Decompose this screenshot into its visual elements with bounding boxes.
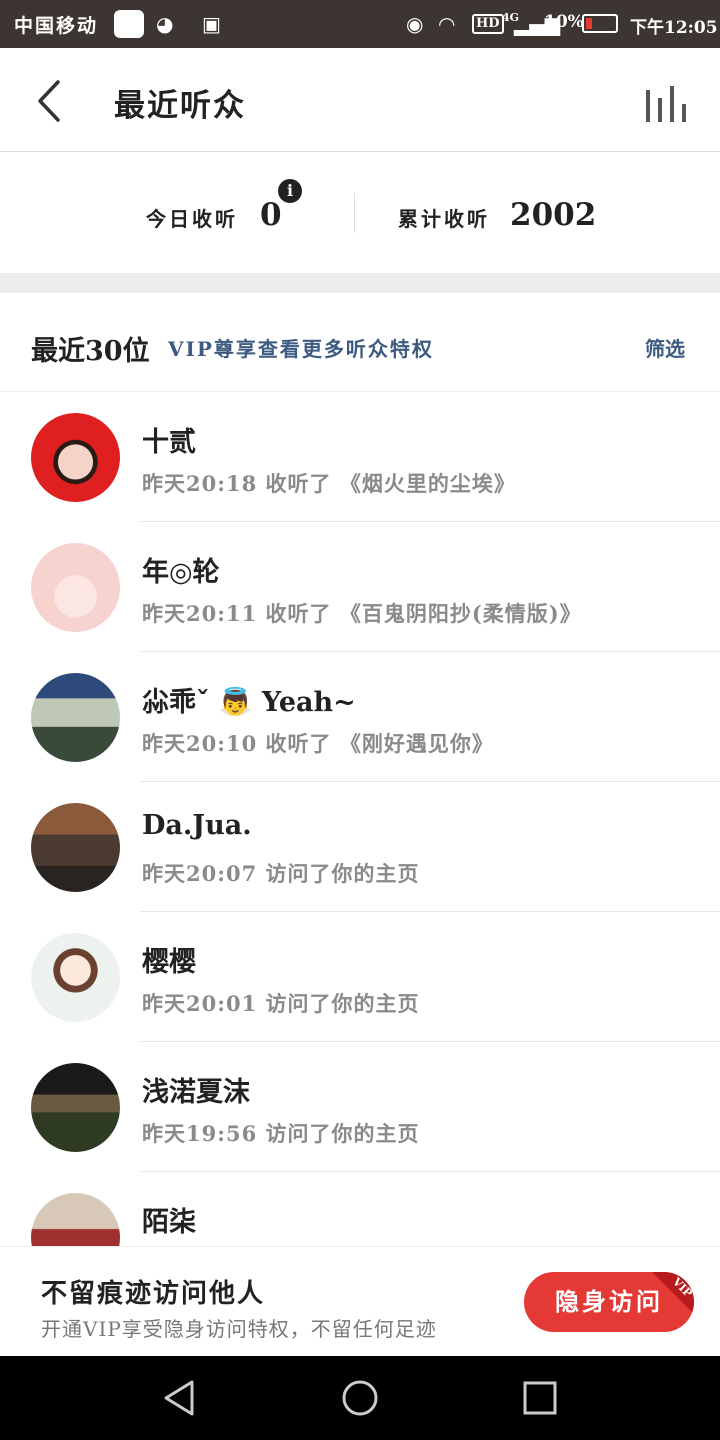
- page-title: 最近听众: [114, 88, 246, 124]
- battery-percent: 10%: [544, 12, 584, 32]
- list-item[interactable]: Da.Jua. 昨天20:07 访问了你的主页: [0, 782, 720, 912]
- filter-button[interactable]: 筛选: [645, 333, 685, 362]
- list-item[interactable]: 樱樱 昨天20:01 访问了你的主页: [0, 912, 720, 1042]
- hd-icon: HD: [472, 14, 504, 34]
- vip-promo-link[interactable]: VIP尊享查看更多听众特权: [168, 333, 434, 362]
- avatar[interactable]: [31, 543, 120, 632]
- total-listen-label: 累计收听: [398, 207, 490, 231]
- listener-list: 十贰 昨天20:18 收听了 《烟火里的尘埃》 年◎轮 昨天20:11 收听了 …: [0, 392, 720, 1246]
- banner-subtitle: 开通VIP享受隐身访问特权，不留任何足迹: [41, 1317, 437, 1341]
- avatar[interactable]: [31, 1193, 120, 1246]
- list-item[interactable]: 浅渃夏沫 昨天19:56 访问了你的主页: [0, 1042, 720, 1172]
- list-item[interactable]: 十贰 昨天20:18 收听了 《烟火里的尘埃》: [0, 392, 720, 522]
- android-nav-bar: [0, 1356, 720, 1440]
- back-arrow-icon[interactable]: [30, 76, 74, 126]
- avatar[interactable]: [31, 933, 120, 1022]
- carrier-label: 中国移动: [14, 15, 99, 37]
- status-bar: 中国移动 ◕ ▣ ◉ ◠ HD 4G ▂▄▆ 10% 下午12:05: [0, 0, 720, 48]
- today-listen-value: 0: [260, 197, 282, 233]
- listener-name: 年◎轮: [142, 557, 220, 588]
- listener-activity: 昨天20:18 收听了 《烟火里的尘埃》: [142, 471, 516, 496]
- list-item[interactable]: 年◎轮 昨天20:11 收听了 《百鬼阴阳抄(柔情版)》: [0, 522, 720, 652]
- stealth-visit-banner: 不留痕迹访问他人 开通VIP享受隐身访问特权，不留任何足迹 隐身访问 VIP: [0, 1246, 720, 1356]
- today-listen-label: 今日收听: [146, 207, 238, 231]
- listener-activity: 昨天20:11 收听了 《百鬼阴阳抄(柔情版)》: [142, 601, 582, 626]
- listener-name: 十贰: [142, 427, 196, 458]
- avatar[interactable]: [31, 1063, 120, 1152]
- listener-activity: 昨天19:56 访问了你的主页: [142, 1121, 420, 1146]
- avatar[interactable]: [31, 413, 120, 502]
- listener-name: Da.Jua.: [142, 810, 252, 841]
- section-gap: [0, 273, 720, 293]
- gallery-icon: ▣: [202, 12, 221, 36]
- avatar[interactable]: [31, 673, 120, 762]
- list-item[interactable]: 陌柒: [0, 1172, 720, 1246]
- listener-name: 陌柒: [142, 1207, 196, 1238]
- listener-name: 浅渃夏沫: [142, 1077, 250, 1108]
- list-item[interactable]: 尛乖ˇ 👼 Yeah~ 昨天20:10 收听了 《刚好遇见你》: [0, 652, 720, 782]
- section-title: 最近30位: [31, 336, 150, 367]
- stats-divider: [354, 193, 355, 233]
- wifi-icon: ◠: [438, 12, 456, 36]
- total-listen-value: 2002: [510, 197, 597, 233]
- app-header: 最近听众: [0, 48, 720, 152]
- info-icon[interactable]: i: [278, 179, 302, 203]
- bar-chart-icon[interactable]: [644, 86, 688, 122]
- listener-activity: 昨天20:07 访问了你的主页: [142, 861, 420, 886]
- clock: 下午12:05: [630, 18, 718, 38]
- banner-title: 不留痕迹访问他人: [41, 1279, 266, 1309]
- listener-name: 樱樱: [142, 947, 196, 978]
- notification-app-icon: [114, 10, 144, 38]
- stealth-visit-label: 隐身访问: [555, 1287, 663, 1316]
- listener-activity: 昨天20:10 收听了 《刚好遇见你》: [142, 731, 494, 756]
- notification-panda-icon: ◕: [156, 12, 174, 36]
- listener-activity: 昨天20:01 访问了你的主页: [142, 991, 420, 1016]
- recent-section-header: 最近30位 VIP尊享查看更多听众特权 筛选: [0, 293, 720, 392]
- eye-icon: ◉: [406, 12, 424, 36]
- avatar[interactable]: [31, 803, 120, 892]
- stealth-visit-button[interactable]: 隐身访问 VIP: [524, 1272, 694, 1332]
- nav-home-icon[interactable]: [340, 1378, 380, 1418]
- battery-icon: [582, 14, 618, 33]
- listen-stats: 今日收听 0 i 累计收听 2002: [0, 153, 720, 273]
- nav-back-icon[interactable]: [160, 1378, 200, 1418]
- listener-name: 尛乖ˇ 👼 Yeah~: [142, 687, 356, 718]
- nav-recents-icon[interactable]: [520, 1378, 560, 1418]
